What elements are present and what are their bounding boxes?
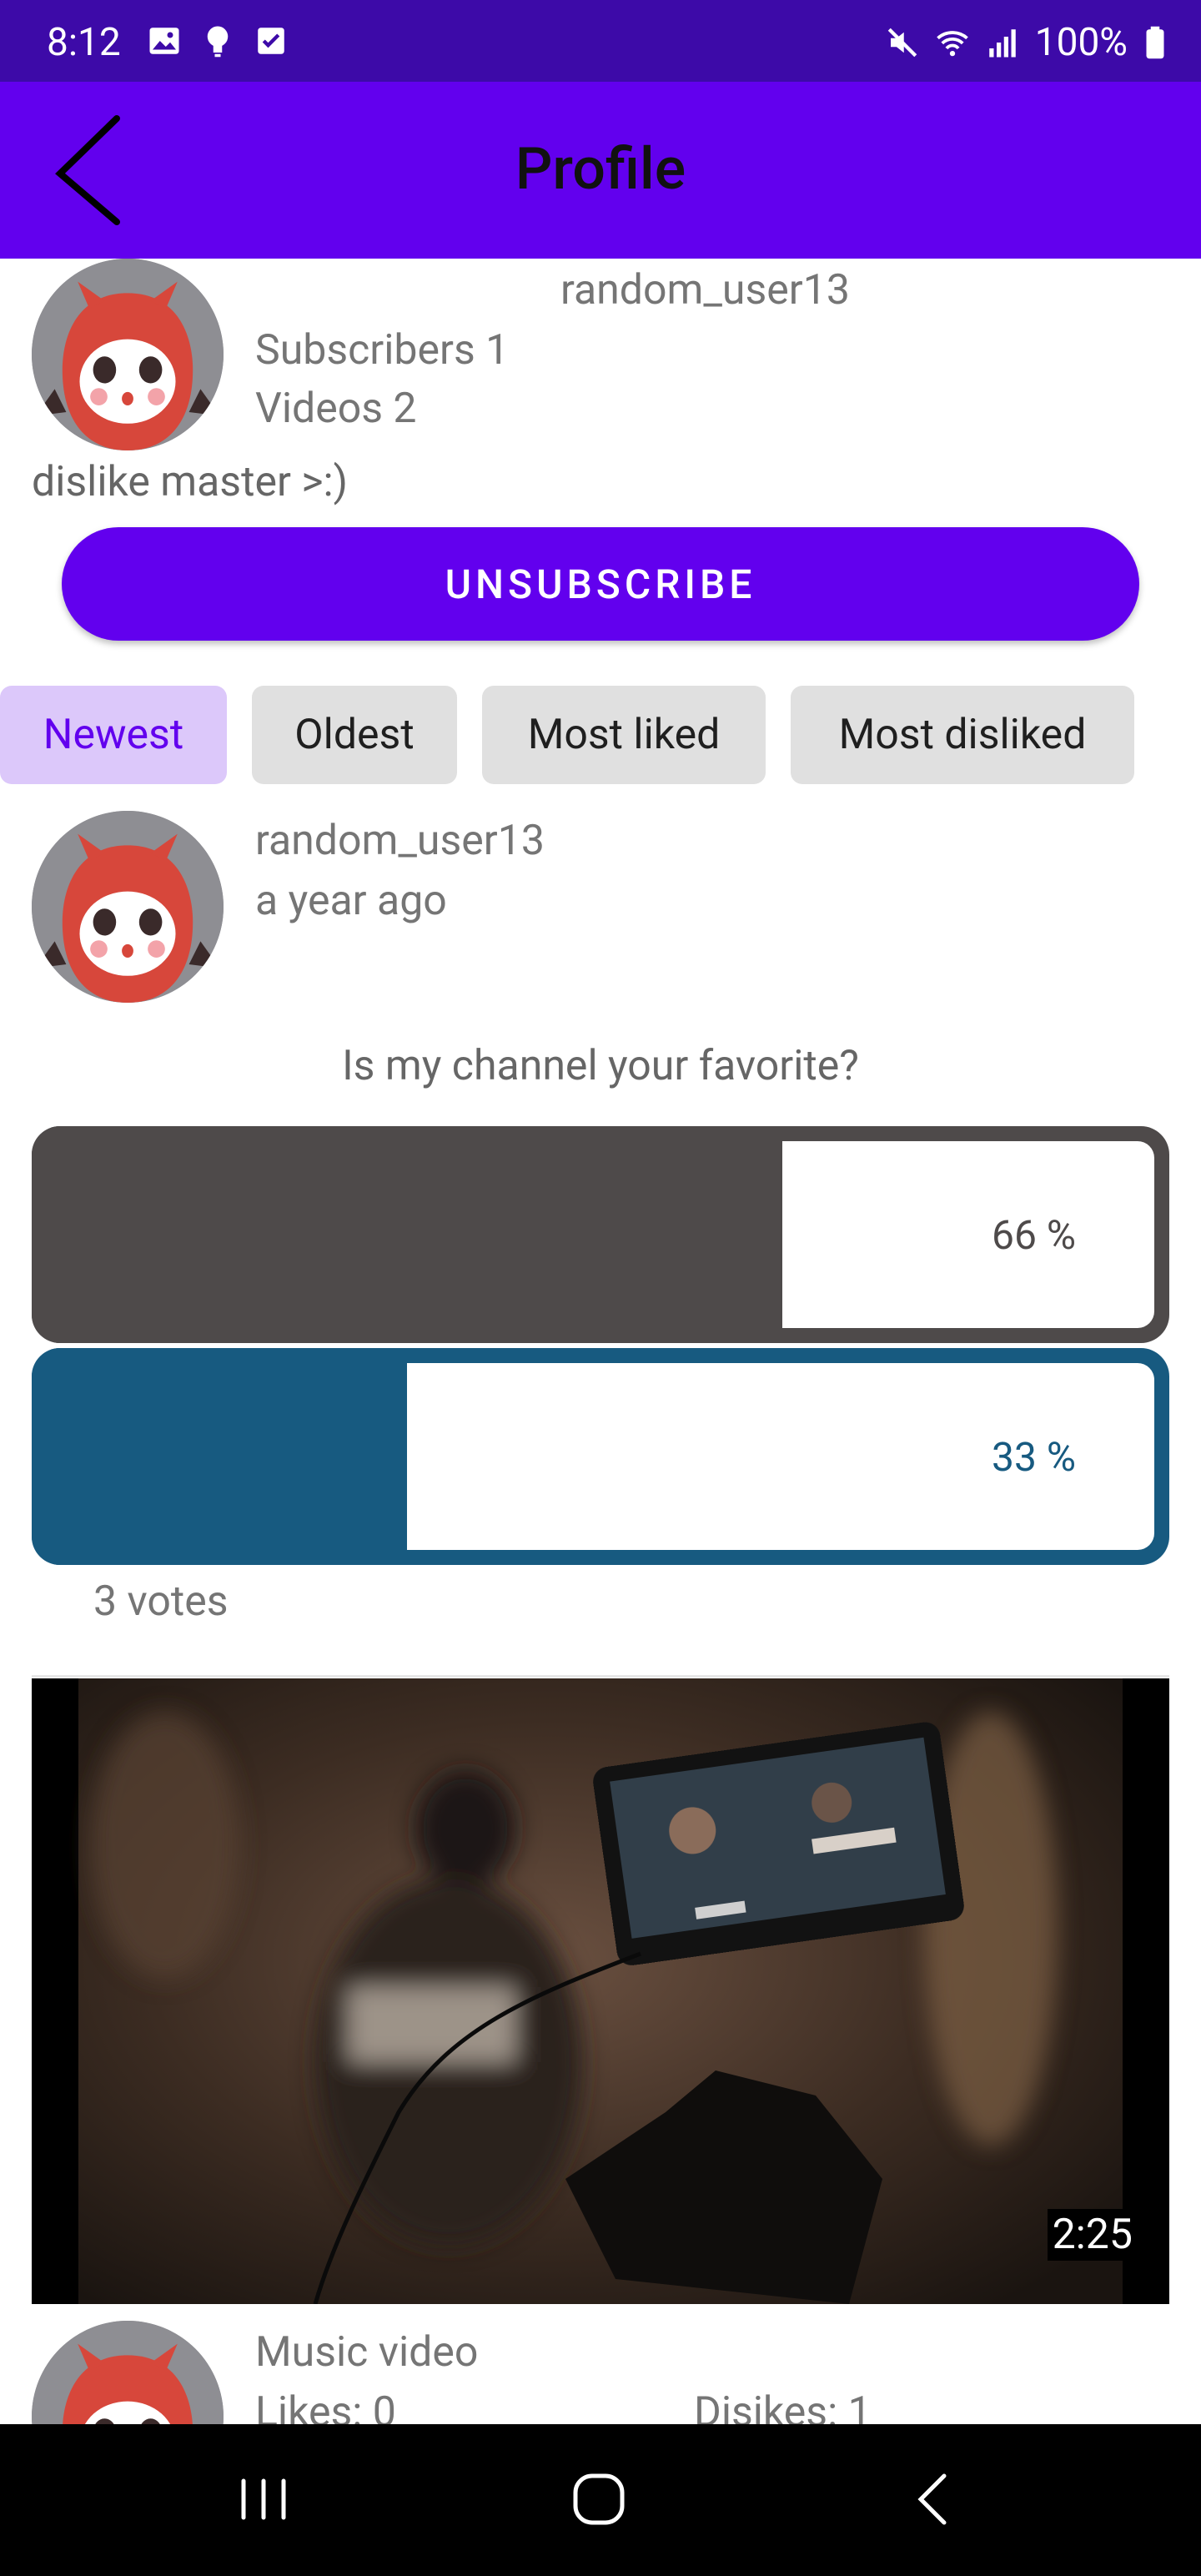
poll-option-percent: 66 % <box>991 1210 1076 1259</box>
poll-option-fill <box>32 1348 407 1565</box>
sort-chip-newest[interactable]: Newest <box>0 686 227 784</box>
bulb-icon <box>207 26 229 58</box>
video-count: Videos 2 <box>255 385 417 433</box>
subscriber-count: Subscribers 1 <box>255 326 510 375</box>
video-title: Music video <box>255 2328 479 2377</box>
profile-username: random_user13 <box>560 266 850 314</box>
home-icon[interactable] <box>549 2458 649 2541</box>
profile-bio: dislike master >:) <box>32 458 348 506</box>
video-thumbnail[interactable]: 2:25 <box>32 1678 1169 2304</box>
video-duration: 2:25 <box>1047 2209 1138 2261</box>
post-avatar <box>32 811 224 1003</box>
poll-option[interactable]: 66 % <box>32 1126 1169 1343</box>
checkbox-icon <box>258 28 284 54</box>
unsubscribe-button[interactable]: UNSUBSCRIBE <box>62 527 1139 641</box>
wifi-icon <box>936 31 968 57</box>
devil-cat-avatar-icon <box>32 811 224 1003</box>
image-icon <box>149 28 179 54</box>
poll-question: Is my channel your favorite? <box>342 1042 859 1090</box>
status-bar: 8:12 100% <box>0 0 1201 82</box>
battery-percent: 100% <box>1034 20 1128 65</box>
app-bar: Profile <box>0 82 1201 259</box>
devil-cat-avatar-icon <box>32 259 224 450</box>
poll-option[interactable]: 33 % <box>32 1348 1169 1565</box>
mute-icon <box>887 28 917 58</box>
poll-option-remainder <box>782 1141 1154 1328</box>
sort-chip-most-liked[interactable]: Most liked <box>482 686 766 784</box>
poll-vote-count: 3 votes <box>93 1577 229 1626</box>
divider <box>32 1675 1169 1678</box>
sort-chip-oldest[interactable]: Oldest <box>252 686 457 784</box>
sort-chip-most-disliked[interactable]: Most disliked <box>791 686 1134 784</box>
post-timestamp: a year ago <box>255 877 447 925</box>
recent-apps-icon[interactable] <box>214 2458 314 2541</box>
poll-option-percent: 33 % <box>991 1432 1076 1481</box>
video-thumbnail-image <box>78 1678 1123 2304</box>
back-icon[interactable] <box>884 2458 984 2541</box>
profile-avatar <box>32 259 224 450</box>
poll-option-fill <box>32 1126 782 1343</box>
status-time: 8:12 <box>47 20 121 65</box>
post-username: random_user13 <box>255 817 545 865</box>
signal-icon <box>989 29 1016 58</box>
system-nav-bar <box>0 2424 1201 2576</box>
page-title: Profile <box>515 135 686 204</box>
battery-icon <box>1146 26 1164 59</box>
